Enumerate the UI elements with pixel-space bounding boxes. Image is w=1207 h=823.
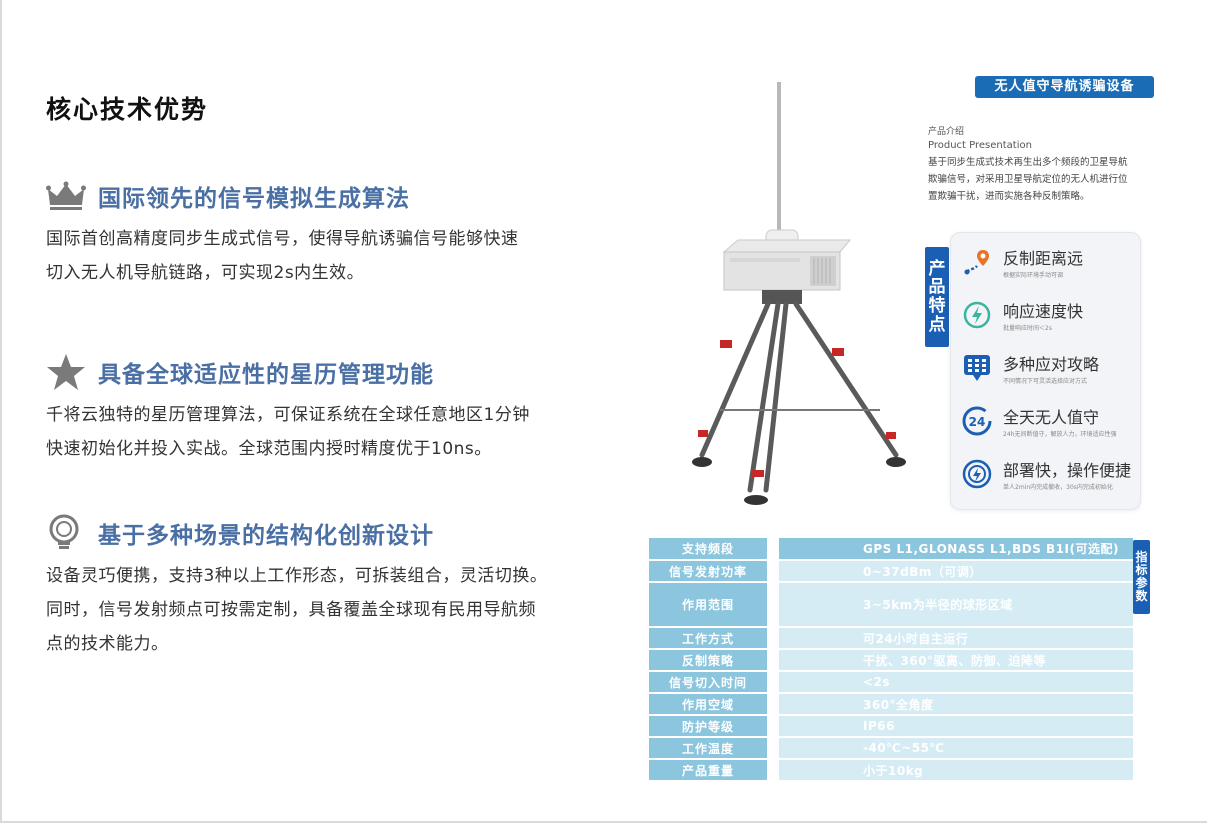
feature-structural-design: 基于多种场景的结构化创新设计 设备灵巧便携，支持3种以上工作形态，可拆装组合，灵… bbox=[46, 513, 606, 661]
spec-label: 防护等级 bbox=[649, 716, 767, 736]
trait-subtitle: 24h无间断值守，解放人力，环境适应性强 bbox=[1003, 431, 1117, 438]
clock-24-icon: 24 bbox=[959, 403, 995, 439]
trait-title: 部署快，操作便捷 bbox=[1003, 461, 1132, 480]
feature-title: 具备全球适应性的星历管理功能 bbox=[98, 362, 434, 388]
spec-label: 支持频段 bbox=[649, 538, 767, 559]
lightning-icon bbox=[959, 297, 995, 333]
spec-table: 支持频段 GPS L1,GLONASS L1,BDS B1I(可选配) 信号发射… bbox=[649, 538, 1133, 782]
svg-text:24: 24 bbox=[969, 415, 986, 429]
spec-value: 0~37dBm（可调） bbox=[779, 561, 1133, 581]
spec-value: 3~5km为半径的球形区域 bbox=[779, 583, 1133, 626]
trait-fast-response: 响应速度快 批量响应时间＜2s bbox=[959, 290, 1139, 340]
trait-title: 多种应对攻略 bbox=[1003, 355, 1100, 374]
fingerprint-icon bbox=[959, 456, 995, 492]
spec-label: 反制策略 bbox=[649, 650, 767, 670]
traits-tab: 产 品 特 点 bbox=[925, 247, 949, 347]
feature-description: 国际首创高精度同步生成式信号，使得导航诱骗信号能够快速 切入无人机导航链路，可实… bbox=[46, 229, 519, 283]
location-pin-icon bbox=[959, 244, 995, 280]
trait-long-range: 反制距离远 根据实际环境手动可调 bbox=[959, 237, 1139, 287]
spec-row: 作用范围 3~5km为半径的球形区域 bbox=[649, 583, 1133, 626]
crown-icon bbox=[46, 176, 88, 216]
feature-title: 基于多种场景的结构化创新设计 bbox=[98, 523, 434, 549]
spec-label: 工作温度 bbox=[649, 738, 767, 758]
page-title: 核心技术优势 bbox=[46, 95, 209, 124]
spec-value: GPS L1,GLONASS L1,BDS B1I(可选配) bbox=[779, 538, 1133, 559]
trait-title: 反制距离远 bbox=[1003, 249, 1084, 268]
spec-tab: 指 标 参 数 bbox=[1133, 540, 1150, 614]
feature-description: 设备灵巧便携，支持3种以上工作形态，可拆装组合，灵活切换。 同时，信号发射频点可… bbox=[46, 566, 548, 654]
spec-label: 信号切入时间 bbox=[649, 672, 767, 692]
lightbulb-icon bbox=[46, 513, 88, 553]
spec-label: 信号发射功率 bbox=[649, 561, 767, 581]
intro-label-en: Product Presentation bbox=[928, 140, 1032, 151]
spec-label: 工作方式 bbox=[649, 628, 767, 648]
spec-value: 360°全角度 bbox=[779, 694, 1133, 714]
trait-subtitle: 批量响应时间＜2s bbox=[1003, 325, 1052, 332]
intro-body: 基于同步生成式技术再生出多个频段的卫星导航 欺骗信号，对采用卫星导航定位的无人机… bbox=[928, 157, 1128, 202]
trait-subtitle: 单人2min内完成撤收，30s内完成初始化 bbox=[1003, 484, 1113, 491]
spec-row: 作用空域 360°全角度 bbox=[649, 694, 1133, 714]
traits-panel: 反制距离远 根据实际环境手动可调 响应速度快 批量响应时间＜2s 多种应对攻略 … bbox=[950, 232, 1141, 510]
spec-value: 可24小时自主运行 bbox=[779, 628, 1133, 648]
spec-value: 干扰、360°驱离、防御、迫降等 bbox=[779, 650, 1133, 670]
spec-value: IP66 bbox=[779, 716, 1133, 736]
spec-row: 信号发射功率 0~37dBm（可调） bbox=[649, 561, 1133, 581]
star-icon bbox=[46, 352, 88, 392]
grid-phone-icon bbox=[959, 350, 995, 386]
feature-title: 国际领先的信号模拟生成算法 bbox=[98, 186, 410, 212]
spec-row: 反制策略 干扰、360°驱离、防御、迫降等 bbox=[649, 650, 1133, 670]
spec-row: 工作温度 -40℃~55℃ bbox=[649, 738, 1133, 758]
feature-description: 千将云独特的星历管理算法，可保证系统在全球任意地区1分钟 快速初始化并投入实战。… bbox=[46, 405, 530, 459]
spec-row: 产品重量 小于10kg bbox=[649, 760, 1133, 780]
spec-label: 作用空域 bbox=[649, 694, 767, 714]
trait-title: 响应速度快 bbox=[1003, 302, 1084, 321]
product-intro: 产品介绍 Product Presentation 基于同步生成式技术再生出多个… bbox=[928, 126, 1158, 205]
product-image bbox=[680, 80, 920, 520]
spec-row: 信号切入时间 <2s bbox=[649, 672, 1133, 692]
trait-multiple-strategies: 多种应对攻略 不同情况下可灵活选择应对方式 bbox=[959, 343, 1139, 393]
trait-subtitle: 根据实际环境手动可调 bbox=[1003, 272, 1064, 279]
spec-label: 作用范围 bbox=[649, 583, 767, 626]
spec-value: 小于10kg bbox=[779, 760, 1133, 780]
feature-signal-algorithm: 国际领先的信号模拟生成算法 国际首创高精度同步生成式信号，使得导航诱骗信号能够快… bbox=[46, 176, 606, 290]
trait-subtitle: 不同情况下可灵活选择应对方式 bbox=[1003, 378, 1088, 385]
spec-value: <2s bbox=[779, 672, 1133, 692]
trait-title: 全天无人值守 bbox=[1003, 408, 1100, 427]
spec-row: 防护等级 IP66 bbox=[649, 716, 1133, 736]
spec-row: 支持频段 GPS L1,GLONASS L1,BDS B1I(可选配) bbox=[649, 538, 1133, 559]
spec-row: 工作方式 可24小时自主运行 bbox=[649, 628, 1133, 648]
spec-label: 产品重量 bbox=[649, 760, 767, 780]
trait-unattended: 24 全天无人值守 24h无间断值守，解放人力，环境适应性强 bbox=[959, 396, 1139, 446]
trait-quick-deploy: 部署快，操作便捷 单人2min内完成撤收，30s内完成初始化 bbox=[959, 449, 1139, 499]
product-badge: 无人值守导航诱骗设备 bbox=[975, 76, 1154, 98]
spec-value: -40℃~55℃ bbox=[779, 738, 1133, 758]
intro-label-cn: 产品介绍 bbox=[928, 127, 965, 137]
feature-ephemeris: 具备全球适应性的星历管理功能 千将云独特的星历管理算法，可保证系统在全球任意地区… bbox=[46, 352, 606, 466]
